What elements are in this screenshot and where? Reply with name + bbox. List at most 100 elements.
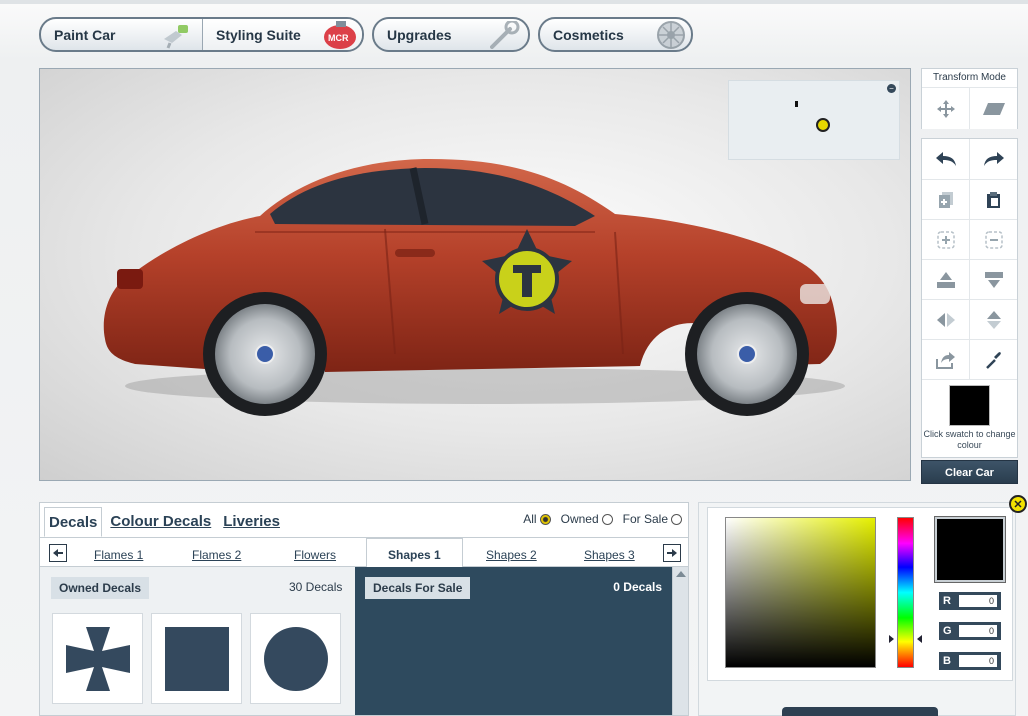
eyedropper-icon: [985, 351, 1001, 369]
transform-mode-box: Transform Mode: [921, 68, 1018, 129]
upgrades-group: Upgrades: [372, 17, 530, 52]
svg-text:MCR: MCR: [328, 33, 349, 43]
wrench-icon: [490, 21, 520, 49]
decals-for-sale-pane: Decals For Sale 0 Decals: [355, 567, 672, 715]
circle-shape-icon: [263, 626, 328, 691]
filter-for-sale[interactable]: For Sale: [623, 512, 682, 526]
category-flames-1[interactable]: Flames 1: [94, 538, 143, 567]
clipboard-icon: [986, 191, 1000, 208]
decal-thumb-circle[interactable]: [250, 613, 341, 704]
decal-sticker-icon: MCR: [324, 21, 356, 49]
square-shape-icon: [164, 626, 229, 691]
layer-down-icon: [984, 271, 1003, 288]
tab-paint-car-label: Paint Car: [54, 26, 116, 43]
front-wheel: [685, 292, 809, 416]
green-field[interactable]: G 0: [939, 622, 1001, 640]
redo-button[interactable]: [969, 139, 1017, 179]
duplicate-button[interactable]: [922, 180, 969, 219]
tab-paint-car[interactable]: Paint Car: [41, 19, 202, 50]
decals-scrollbar[interactable]: [672, 567, 688, 715]
headlight: [800, 284, 830, 304]
owned-decals-pane: Owned Decals 30 Decals: [40, 567, 355, 715]
close-picker-icon[interactable]: ✕: [1009, 495, 1027, 513]
filter-all-radio[interactable]: [539, 513, 551, 525]
tab-styling-suite-label: Styling Suite: [216, 26, 301, 43]
filter-for-sale-radio[interactable]: [671, 513, 682, 525]
send-backward-button[interactable]: [969, 260, 1017, 299]
hue-marker-right: [917, 635, 922, 643]
export-button[interactable]: [922, 340, 969, 379]
flip-vertical-icon: [986, 310, 1001, 329]
scroll-up-icon: [676, 571, 686, 577]
bring-forward-button[interactable]: [922, 260, 969, 299]
cosmetics-group: Cosmetics: [538, 17, 693, 52]
clear-car-button[interactable]: Clear Car: [921, 460, 1018, 484]
category-shapes-1[interactable]: Shapes 1: [366, 538, 463, 567]
saturation-value-field[interactable]: [725, 517, 876, 668]
blue-label: B: [943, 655, 951, 667]
undo-icon: [935, 152, 956, 166]
tab-colour-decals[interactable]: Colour Decals: [106, 507, 215, 537]
filter-owned[interactable]: Owned: [561, 512, 613, 526]
tab-upgrades[interactable]: Upgrades: [374, 19, 528, 50]
undo-button[interactable]: [922, 139, 969, 179]
eyedropper-button[interactable]: [969, 340, 1017, 379]
decal-thumb-cross[interactable]: [52, 613, 143, 704]
scale-up-button[interactable]: [922, 220, 969, 259]
decal-minimap[interactable]: −: [728, 80, 900, 160]
zoom-in-icon: [936, 230, 955, 249]
category-nav: Flames 1 Flames 2 Flowers Shapes 1 Shape…: [40, 537, 688, 567]
tab-styling-suite[interactable]: Styling Suite MCR: [202, 19, 362, 50]
hue-slider[interactable]: [897, 517, 914, 668]
flip-vertical-button[interactable]: [969, 300, 1017, 339]
wheel-rim-icon: [657, 21, 685, 49]
category-shapes-2[interactable]: Shapes 2: [486, 538, 537, 567]
category-prev-button[interactable]: [49, 544, 67, 562]
tab-cosmetics[interactable]: Cosmetics: [540, 19, 691, 50]
blue-input[interactable]: 0: [959, 655, 997, 667]
filter-owned-radio[interactable]: [601, 513, 613, 525]
scroll-up-button[interactable]: [673, 567, 688, 581]
category-flowers[interactable]: Flowers: [294, 538, 336, 567]
flip-horizontal-icon: [936, 312, 955, 327]
hue-marker-left: [889, 635, 894, 643]
colour-picker-panel: R 0 G 0 B 0: [698, 502, 1016, 716]
minimap-target-icon[interactable]: [816, 118, 830, 132]
paste-button[interactable]: [969, 180, 1017, 219]
red-input[interactable]: 0: [959, 595, 997, 607]
decal-thumb-square[interactable]: [151, 613, 242, 704]
skew-icon: [982, 102, 1005, 115]
filter-all[interactable]: All: [523, 512, 551, 526]
tab-decals[interactable]: Decals: [44, 507, 103, 537]
owned-decals-label[interactable]: Owned Decals: [51, 577, 150, 599]
minimap-collapse-icon[interactable]: −: [887, 84, 896, 93]
bottom-tab-handle[interactable]: [782, 707, 938, 716]
door-handle: [395, 249, 435, 257]
tool-panel: Transform Mode Click swatch to change co…: [921, 68, 1018, 484]
category-flames-2[interactable]: Flames 2: [192, 538, 241, 567]
category-next-button[interactable]: [663, 544, 681, 562]
arrow-left-icon: [53, 549, 63, 557]
red-field[interactable]: R 0: [939, 592, 1001, 610]
minimap-marker: [795, 101, 798, 107]
car-viewport[interactable]: −: [39, 68, 911, 481]
skew-mode-button[interactable]: [969, 88, 1017, 129]
blue-field[interactable]: B 0: [939, 652, 1001, 670]
move-mode-button[interactable]: [922, 88, 969, 129]
green-input[interactable]: 0: [959, 625, 997, 637]
tab-liveries[interactable]: Liveries: [219, 507, 284, 537]
filter-for-sale-label: For Sale: [622, 512, 668, 526]
redo-icon: [983, 152, 1004, 166]
zoom-out-icon: [984, 230, 1003, 249]
taillight: [117, 269, 143, 289]
decals-for-sale-label[interactable]: Decals For Sale: [365, 577, 471, 599]
category-shapes-3[interactable]: Shapes 3: [584, 538, 635, 567]
scale-down-button[interactable]: [969, 220, 1017, 259]
flip-horizontal-button[interactable]: [922, 300, 969, 339]
paint-styling-group: Paint Car Styling Suite MCR: [39, 17, 364, 52]
decal-type-tabs: Decals Colour Decals Liveries: [44, 507, 288, 537]
colour-swatch[interactable]: [949, 385, 990, 426]
car-model[interactable]: [95, 154, 855, 419]
transform-mode-title: Transform Mode: [933, 72, 1006, 83]
top-tab-bar: Paint Car Styling Suite MCR Upgrades Cos…: [39, 17, 693, 52]
